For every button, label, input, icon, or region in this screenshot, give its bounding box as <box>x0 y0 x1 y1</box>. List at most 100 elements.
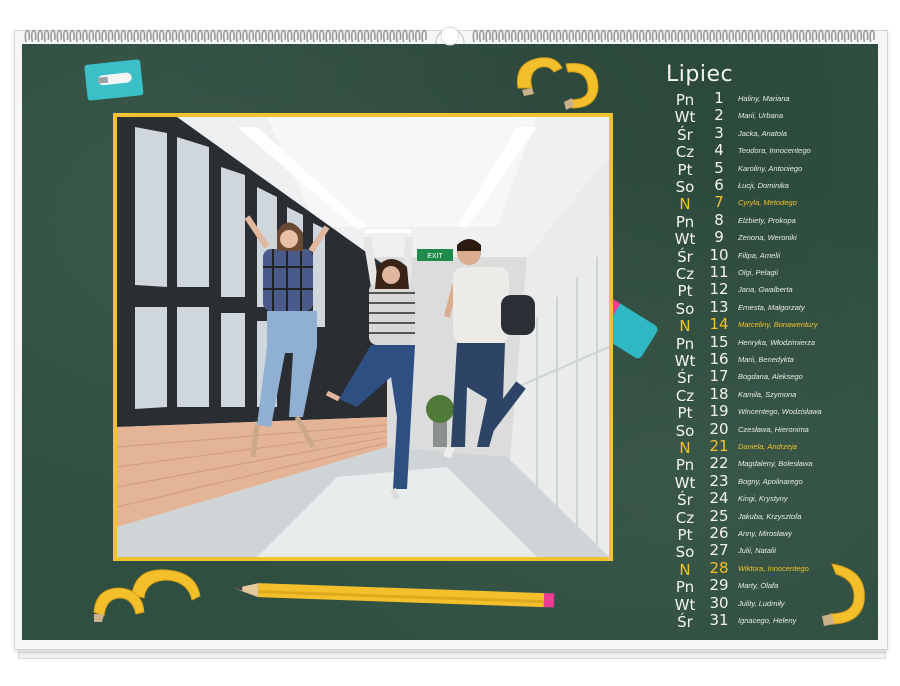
name-day: Kamila, Szymona <box>738 389 797 399</box>
day-number: 11 <box>709 263 729 281</box>
day-number: 24 <box>709 489 729 508</box>
name-day: Łucji, Dominika <box>738 181 789 190</box>
day-row: Wt 30 Julity, Ludmiły <box>662 593 878 613</box>
day-number: 15 <box>709 332 729 351</box>
photo-students-jumping: EXIT <box>117 117 609 557</box>
day-number: 25 <box>709 506 729 525</box>
day-row: Pt 5 Karoliny, Antoniego <box>662 158 878 178</box>
day-number: 18 <box>709 384 729 403</box>
name-day: Zenona, Weroniki <box>738 233 797 243</box>
day-number: 14 <box>709 315 729 334</box>
day-row: Śr 10 Filipa, Amelii <box>662 245 878 265</box>
name-day: Jakuba, Krzysztofa <box>738 511 802 521</box>
name-day: Wiktora, Innocentego <box>738 563 809 573</box>
day-number: 13 <box>709 297 729 316</box>
day-row: Pn 15 Henryka, Włodzimierza <box>662 332 878 352</box>
sharpener-icon <box>84 59 144 101</box>
name-day: Karoliny, Antoniego <box>738 163 803 173</box>
day-number: 5 <box>714 158 724 177</box>
day-row: Pn 29 Marty, Olafa <box>662 576 878 596</box>
day-number: 28 <box>709 558 729 577</box>
name-day: Elżbiety, Prokopa <box>738 215 796 225</box>
name-day: Julity, Ludmiły <box>738 598 785 608</box>
day-number: 29 <box>709 576 729 595</box>
day-row: So 13 Ernesta, Małgorzaty <box>662 297 878 317</box>
day-row: Śr 3 Jacka, Anatola <box>662 123 878 143</box>
name-day: Jana, Gwalberta <box>738 285 793 295</box>
day-row: Pt 19 Wincentego, Wodzisława <box>662 402 878 422</box>
day-number: 27 <box>709 541 729 560</box>
day-row: N 28 Wiktora, Innocentego <box>662 558 878 578</box>
day-row: Cz 4 Teodora, Innocentego <box>662 141 878 161</box>
month-title: Lipiec <box>666 62 734 87</box>
name-day: Wincentego, Wodzisława <box>738 407 822 417</box>
day-row: N 14 Marceliny, Bonawentury <box>662 315 878 335</box>
name-day: Marii, Benedykta <box>738 355 794 364</box>
name-day: Daniela, Andrzeja <box>738 442 797 451</box>
name-day: Jacka, Anatola <box>738 128 787 138</box>
day-row: Śr 17 Bogdana, Aleksego <box>662 367 878 387</box>
day-row: So 27 Julii, Natalii <box>662 541 878 561</box>
day-row: N 7 Cyryla, Metodego <box>662 194 878 213</box>
pencil-icon <box>234 583 555 608</box>
day-row: Cz 18 Kamila, Szymona <box>662 384 878 404</box>
name-day: Julii, Natalii <box>738 546 776 556</box>
pencil-shavings-icon <box>93 569 201 622</box>
day-number: 30 <box>709 593 729 612</box>
day-row: Cz 11 Olgi, Pelagii <box>662 263 878 283</box>
day-number: 4 <box>714 141 724 160</box>
day-number: 10 <box>709 245 729 264</box>
photo-frame: EXIT <box>113 113 613 561</box>
day-number: 19 <box>709 402 729 421</box>
day-number: 20 <box>709 419 729 438</box>
day-number: 23 <box>709 471 729 490</box>
day-number: 3 <box>714 123 724 142</box>
day-number: 12 <box>709 280 729 299</box>
day-of-week: Śr <box>677 613 693 631</box>
day-number: 1 <box>714 89 724 107</box>
day-row: N 21 Daniela, Andrzeja <box>662 438 878 457</box>
name-day: Ernesta, Małgorzaty <box>738 302 805 312</box>
name-day: Olgi, Pelagii <box>738 268 779 277</box>
exit-sign: EXIT <box>427 253 443 260</box>
day-number: 6 <box>714 176 724 194</box>
day-number: 2 <box>714 106 724 125</box>
name-day: Marty, Olafa <box>738 581 779 591</box>
day-row: Wt 16 Marii, Benedykta <box>662 350 878 370</box>
day-number: 9 <box>714 228 724 247</box>
day-row: Wt 9 Zenona, Weroniki <box>662 228 878 248</box>
page-stack-bottom <box>18 652 886 659</box>
name-day: Henryka, Włodzimierza <box>738 337 816 347</box>
name-day: Kingi, Krystyny <box>738 494 788 504</box>
photo-scene: EXIT <box>117 117 609 557</box>
day-row: Pn 22 Magdaleny, Bolesława <box>662 454 878 474</box>
name-day: Bogdana, Aleksego <box>738 372 803 382</box>
day-row: Śr 31 Ignacego, Heleny <box>662 611 878 631</box>
day-number: 22 <box>709 454 729 473</box>
day-row: Pt 12 Jana, Gwalberta <box>662 280 878 300</box>
day-number: 17 <box>709 367 729 386</box>
day-row: Wt 23 Bogny, Apolinarego <box>662 471 878 491</box>
day-number: 26 <box>709 524 729 542</box>
day-row: Cz 25 Jakuba, Krzysztofa <box>662 506 878 526</box>
day-row: So 20 Czesława, Hieronima <box>662 419 878 439</box>
hanger-hook-icon <box>435 26 465 46</box>
day-row: Pn 1 Haliny, Mariana <box>662 89 878 109</box>
name-day: Haliny, Mariana <box>738 94 790 103</box>
name-day: Marii, Urbana <box>738 111 784 121</box>
name-day: Teodora, Innocentego <box>738 146 811 156</box>
day-row: Pn 8 Elżbiety, Prokopa <box>662 210 878 230</box>
name-day: Bogny, Apolinarego <box>738 476 803 486</box>
name-day: Czesława, Hieronima <box>738 424 809 434</box>
day-row: So 6 Łucji, Dominika <box>662 176 878 196</box>
day-number: 16 <box>709 350 729 368</box>
name-day: Filipa, Amelii <box>738 250 781 260</box>
day-row: Śr 24 Kingi, Krystyny <box>662 489 878 509</box>
name-day: Cyryla, Metodego <box>738 198 797 208</box>
pencil-shavings-icon <box>516 57 599 110</box>
day-row: Pt 26 Anny, Mirosławy <box>662 524 878 544</box>
day-number: 31 <box>709 611 729 629</box>
name-day: Magdaleny, Bolesława <box>738 459 813 469</box>
name-day: Ignacego, Heleny <box>738 616 797 625</box>
day-number: 8 <box>714 210 724 229</box>
